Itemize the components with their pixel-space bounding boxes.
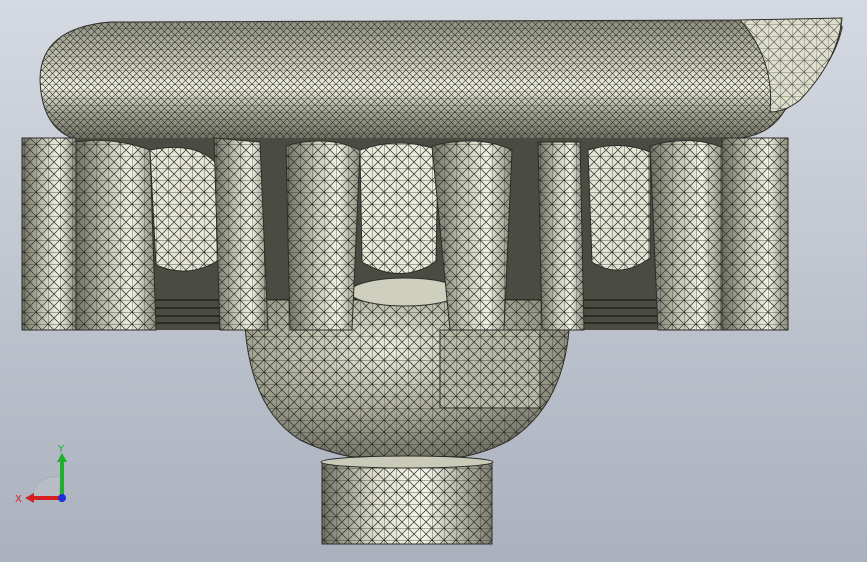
x-axis-head (25, 493, 34, 503)
y-axis-label: Y (57, 444, 65, 455)
mesh-model[interactable] (0, 0, 867, 562)
volute-ring[interactable] (39, 17, 843, 143)
x-axis-label: X (15, 494, 22, 505)
z-axis-dot (58, 494, 66, 502)
triad-plane (31, 475, 61, 499)
graphics-viewport[interactable]: Y X (0, 0, 867, 562)
discharge-neck[interactable] (320, 455, 494, 545)
orientation-triad: Y X (15, 444, 67, 505)
